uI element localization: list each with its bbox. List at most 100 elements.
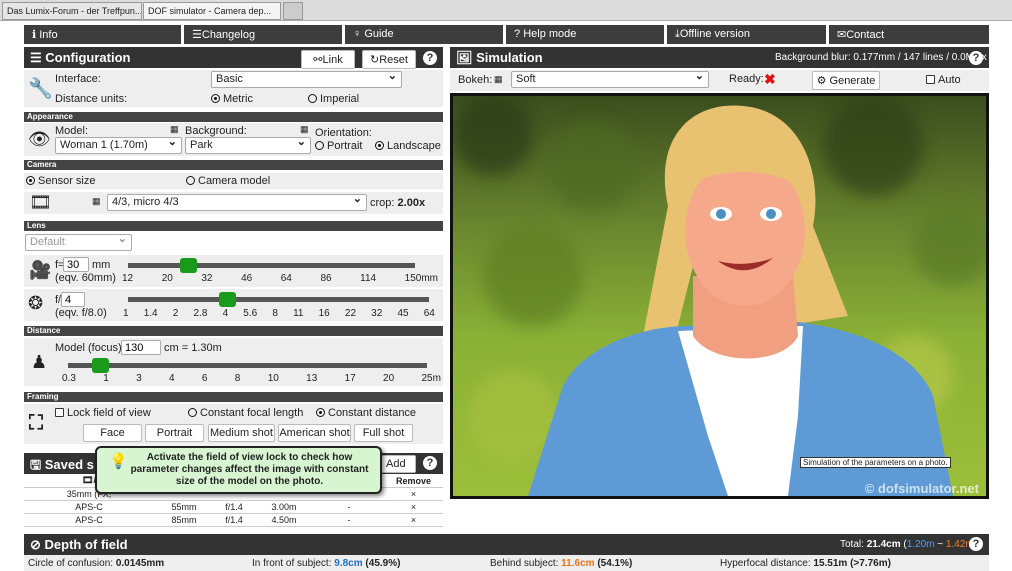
link-icon: ⚯ bbox=[313, 54, 323, 66]
tick-label: 6 bbox=[201, 373, 208, 384]
browser-tab[interactable]: Das Lumix-Forum - der Treffpun... bbox=[2, 2, 142, 20]
full-shot-button[interactable]: Full shot bbox=[354, 424, 413, 442]
tick-label: 16 bbox=[318, 308, 330, 319]
tick-label: 4 bbox=[169, 373, 175, 384]
tick-label: 45 bbox=[397, 308, 409, 319]
nav-contact[interactable]: ✉Contact bbox=[829, 25, 989, 44]
tick-label: 114 bbox=[360, 273, 377, 284]
nav-label: Guide bbox=[364, 28, 394, 40]
portrait-radio[interactable]: Portrait bbox=[315, 140, 362, 152]
help-tooltip: 💡 Activate the field of view lock to che… bbox=[95, 446, 382, 494]
distance-slider-thumb[interactable] bbox=[92, 358, 110, 373]
portrait-button[interactable]: Portrait bbox=[145, 424, 204, 442]
american-shot-button[interactable]: American shot bbox=[278, 424, 351, 442]
remove-icon[interactable]: × bbox=[384, 500, 443, 514]
model-select[interactable]: Woman 1 (1.70m) bbox=[55, 135, 182, 154]
nav-help-mode[interactable]: ? Help mode bbox=[506, 25, 664, 44]
bokeh-label: Bokeh: bbox=[458, 74, 493, 86]
table-row[interactable]: APS-C 55mm f/1.4 3.00m - × bbox=[24, 500, 443, 514]
table-row[interactable]: APS-C 85mm f/1.4 4.50m - × bbox=[24, 513, 443, 527]
interface-select[interactable]: Basic bbox=[211, 69, 402, 88]
aperture-slider-track[interactable] bbox=[128, 297, 429, 302]
tick-label: 22 bbox=[344, 308, 357, 319]
generate-button[interactable]: ⚙ Generate bbox=[812, 71, 880, 90]
bulb-icon: ♀ bbox=[353, 28, 365, 40]
mail-icon: ✉ bbox=[837, 29, 847, 41]
grid-icon[interactable]: ▦ bbox=[494, 74, 503, 85]
interface-label: Interface: bbox=[55, 73, 101, 85]
section-title: Configuration bbox=[45, 50, 131, 65]
tick-label: 2.8 bbox=[193, 308, 208, 319]
focal-input[interactable] bbox=[63, 257, 89, 272]
camera-model-radio[interactable]: Camera model bbox=[186, 175, 270, 187]
metric-radio[interactable]: Metric bbox=[211, 93, 253, 105]
gears-icon: ⚙ bbox=[816, 75, 830, 87]
grid-icon[interactable]: ▦ bbox=[300, 124, 309, 135]
aperture-input[interactable] bbox=[61, 292, 85, 307]
tick-label: 17 bbox=[344, 373, 356, 384]
simulation-photo: Simulation of the parameters on a photo.… bbox=[450, 93, 993, 499]
tick-label: 1 bbox=[123, 308, 129, 319]
bokeh-select[interactable]: Soft bbox=[511, 69, 709, 88]
lock-fov-checkbox[interactable]: Lock field of view bbox=[55, 407, 151, 419]
refresh-icon: ↻ bbox=[370, 54, 380, 66]
help-icon[interactable]: ? bbox=[423, 456, 437, 470]
nav-changelog[interactable]: ☰Changelog bbox=[184, 25, 342, 44]
sensor-select[interactable]: 4/3, micro 4/3 bbox=[107, 192, 367, 211]
lens-select[interactable]: Default bbox=[25, 232, 132, 251]
list-icon: ☰ bbox=[192, 29, 202, 41]
new-tab-button[interactable] bbox=[283, 2, 303, 20]
background-blur-info: Background blur: 0.177mm / 147 lines / 0… bbox=[775, 52, 987, 63]
browser-tab-active[interactable]: DOF simulator - Camera dep... bbox=[143, 2, 281, 20]
nav-guide[interactable]: ♀ Guide bbox=[345, 25, 503, 44]
remove-icon[interactable]: × bbox=[384, 487, 443, 501]
tick-label: 64 bbox=[423, 308, 435, 319]
reset-button[interactable]: ↻Reset bbox=[362, 50, 416, 69]
background-select[interactable]: Park bbox=[185, 135, 311, 154]
tick-label: 0.3 bbox=[62, 373, 76, 384]
focal-slider-track[interactable] bbox=[128, 263, 415, 268]
sliders-icon: ☰ bbox=[30, 50, 46, 65]
remove-icon[interactable]: × bbox=[384, 513, 443, 527]
grid-icon[interactable]: ▦ bbox=[170, 124, 179, 135]
tick-label: 8 bbox=[234, 373, 241, 384]
face-button[interactable]: Face bbox=[83, 424, 142, 442]
medium-shot-button[interactable]: Medium shot bbox=[208, 424, 275, 442]
crop-icon: ⛶ bbox=[29, 412, 43, 434]
distance-input[interactable] bbox=[121, 340, 161, 355]
aperture-ticks: 1 1.4 2 2.8 4 5.6 8 11 16 22 32 45 64 bbox=[123, 308, 435, 319]
photo-illustration bbox=[453, 96, 993, 496]
help-icon[interactable]: ? bbox=[423, 51, 437, 65]
nav-info[interactable]: ℹ Info bbox=[24, 25, 181, 44]
add-button[interactable]: Add bbox=[380, 455, 416, 473]
tick-label: 1 bbox=[103, 373, 109, 384]
save-icon: 🖫 bbox=[30, 457, 45, 472]
imperial-radio[interactable]: Imperial bbox=[308, 93, 359, 105]
link-button[interactable]: ⚯Link bbox=[301, 50, 355, 69]
camera-header: Camera bbox=[24, 160, 443, 170]
constant-focal-radio[interactable]: Constant focal length bbox=[188, 407, 303, 419]
tick-label: 46 bbox=[241, 273, 253, 284]
distance-ticks: 0.3 1 3 4 6 8 10 13 17 20 25m bbox=[62, 373, 441, 384]
help-icon[interactable]: ? bbox=[969, 537, 983, 551]
help-icon[interactable]: ? bbox=[969, 51, 983, 65]
nav-label: Info bbox=[39, 29, 58, 41]
landscape-radio[interactable]: Landscape bbox=[375, 140, 441, 152]
distance-header: Distance bbox=[24, 326, 443, 336]
nav-offline[interactable]: ⤓Offline version bbox=[667, 25, 826, 44]
sensor-size-radio[interactable]: Sensor size bbox=[26, 175, 95, 187]
aperture-equivalent: (eqv. f/8.0) bbox=[55, 307, 107, 319]
constant-distance-radio[interactable]: Constant distance bbox=[316, 407, 416, 419]
distance-slider-track[interactable] bbox=[68, 363, 427, 368]
tick-label: 86 bbox=[320, 273, 332, 284]
grid-icon[interactable]: ▦ bbox=[92, 196, 101, 207]
nav-label: Contact bbox=[846, 29, 885, 41]
video-camera-icon: 🎥 bbox=[29, 260, 52, 280]
coc-info: Circle of confusion: 0.0145mm bbox=[28, 558, 165, 569]
tick-label: 8 bbox=[272, 308, 278, 319]
tick-label: 25m bbox=[421, 373, 441, 384]
auto-checkbox[interactable]: Auto bbox=[926, 74, 961, 86]
aperture-slider-thumb[interactable] bbox=[219, 292, 237, 307]
ready-label: Ready: bbox=[729, 73, 764, 85]
focal-slider-thumb[interactable] bbox=[180, 258, 198, 273]
